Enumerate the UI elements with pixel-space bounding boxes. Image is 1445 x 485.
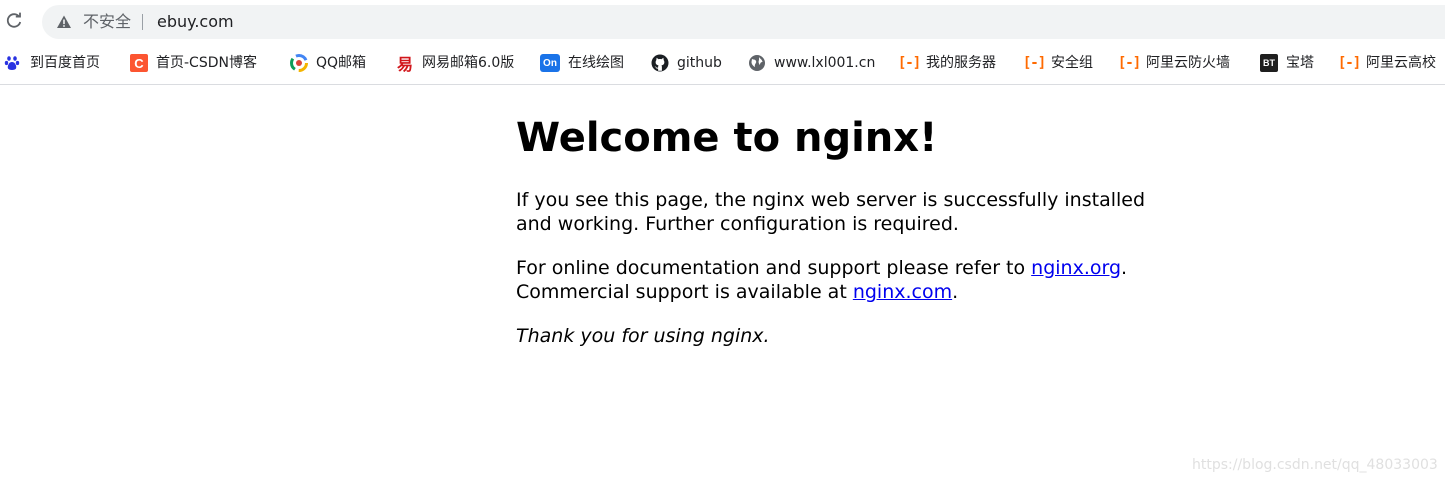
bookmark-my-server[interactable]: [-] 我的服务器 (897, 52, 996, 74)
bookmark-label: QQ邮箱 (316, 55, 367, 71)
warning-icon[interactable] (56, 14, 72, 30)
netease-mail-icon: 易 (396, 55, 413, 74)
intro-paragraph: If you see this page, the nginx web serv… (516, 189, 1146, 235)
aliyun-icon: [-] (897, 55, 921, 71)
thanks-paragraph: Thank you for using nginx. (516, 324, 1176, 348)
aliyun-icon: [-] (1117, 55, 1141, 71)
thanks-text: Thank you for using nginx. (516, 325, 770, 347)
bookmark-qq-mail[interactable]: QQ邮箱 (290, 52, 366, 74)
bookmark-label: 首页-CSDN博客 (156, 55, 257, 71)
bookmark-netease-mail[interactable]: 易 网易邮箱6.0版 (396, 52, 514, 74)
processon-icon: On (540, 54, 560, 72)
support-text: For online documentation and support ple… (516, 257, 1032, 279)
bookmarks-bar: 到百度首页 C 首页-CSDN博客 QQ邮箱 易 网易邮箱6.0版 On 在线绘… (0, 44, 1445, 85)
baidu-paw-icon (4, 54, 22, 72)
support-paragraph: For online documentation and support ple… (516, 256, 1176, 304)
bookmark-processon[interactable]: On 在线绘图 (540, 52, 624, 74)
bookmark-aliyun-campus[interactable]: [-] 阿里云高校 (1337, 52, 1436, 74)
qq-mail-icon (290, 54, 308, 72)
bookmark-label: 网易邮箱6.0版 (422, 55, 515, 71)
bookmark-github[interactable]: github (651, 52, 722, 74)
security-status-label[interactable]: 不安全 (83, 12, 131, 32)
url-text[interactable]: ebuy.com (157, 12, 234, 32)
bookmark-label: 阿里云防火墙 (1146, 55, 1230, 71)
bookmark-security-group[interactable]: [-] 安全组 (1022, 52, 1093, 74)
browser-toolbar: 不安全 ebuy.com (0, 0, 1445, 44)
aliyun-icon: [-] (1022, 55, 1046, 71)
bookmark-label: 阿里云高校 (1366, 55, 1436, 71)
address-divider (142, 14, 143, 30)
support-text-period: . (1121, 257, 1128, 279)
bookmark-label: 安全组 (1051, 55, 1093, 71)
bookmark-aliyun-firewall[interactable]: [-] 阿里云防火墙 (1117, 52, 1230, 74)
bookmark-label: 到百度首页 (30, 55, 100, 71)
nginx-com-link[interactable]: nginx.com (853, 281, 952, 303)
globe-icon (748, 54, 766, 72)
commercial-support-text: Commercial support is available at (516, 281, 853, 303)
bookmark-label: github (677, 55, 722, 71)
reload-icon[interactable] (4, 11, 24, 31)
csdn-icon: C (130, 54, 148, 72)
aliyun-icon: [-] (1337, 55, 1361, 71)
bt-panel-icon: BT (1260, 54, 1278, 72)
nginx-org-link[interactable]: nginx.org (1031, 257, 1121, 279)
bookmark-label: 在线绘图 (568, 55, 624, 71)
address-bar[interactable]: 不安全 ebuy.com (42, 5, 1445, 39)
commercial-support-period: . (952, 281, 959, 303)
bookmark-label: 宝塔 (1286, 55, 1314, 71)
bookmark-csdn[interactable]: C 首页-CSDN博客 (130, 52, 257, 74)
page-title: Welcome to nginx! (516, 115, 938, 161)
bookmark-baidu[interactable]: 到百度首页 (4, 52, 100, 74)
bookmark-label: www.lxl001.cn (774, 55, 876, 71)
csdn-watermark: https://blog.csdn.net/qq_48033003 (1192, 457, 1438, 473)
bookmark-lxl001[interactable]: www.lxl001.cn (748, 52, 875, 74)
page-content: Welcome to nginx! If you see this page, … (516, 108, 1176, 348)
bookmark-bt-panel[interactable]: BT 宝塔 (1260, 52, 1314, 74)
bookmark-label: 我的服务器 (926, 55, 996, 71)
github-icon (651, 54, 669, 72)
